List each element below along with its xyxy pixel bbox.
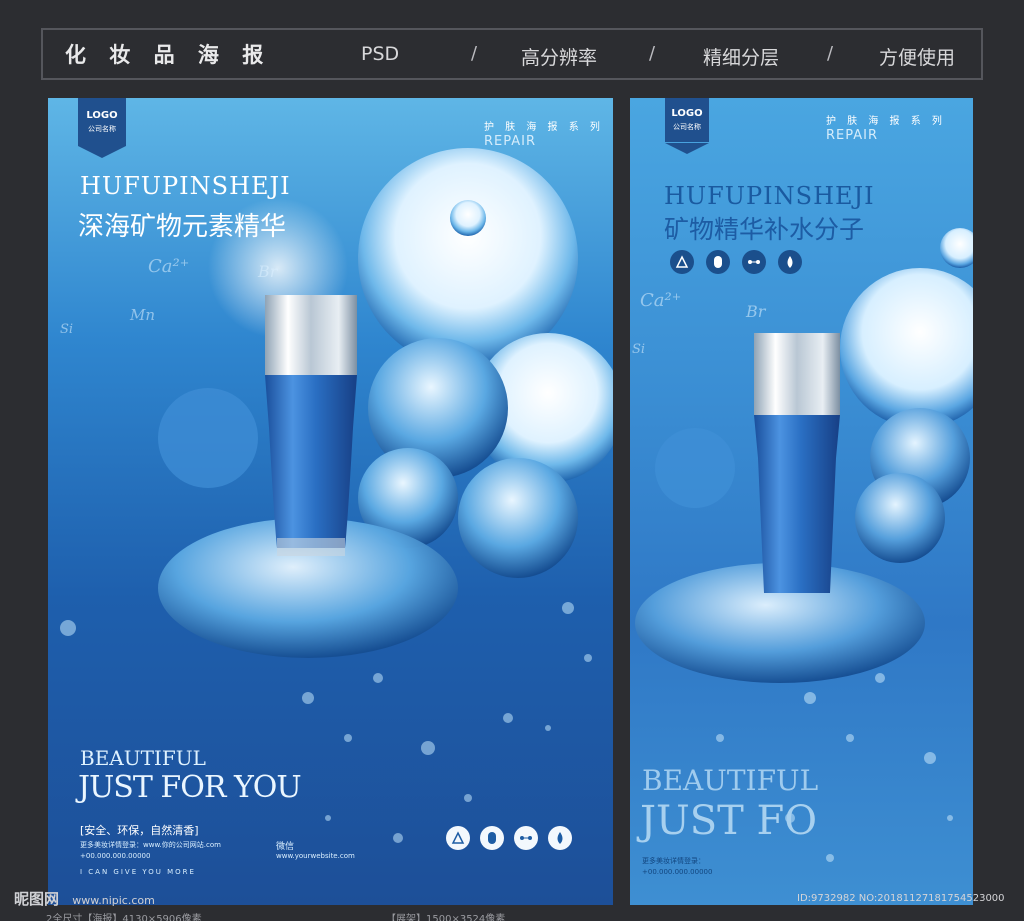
- header-bar: 化 妆 品 海 报 PSD / 高分辨率 / 精细分层 / 方便使用: [41, 28, 983, 80]
- logo-subtitle: 公司名称: [88, 125, 116, 133]
- molecule-chain-icon: [514, 826, 538, 850]
- headline-en: HUFUPINSHEJI: [664, 182, 875, 210]
- beautiful-line-2: JUST FOR YOU: [78, 770, 302, 805]
- safe-text: [安全、环保，自然清香]: [80, 824, 199, 837]
- headline-cn: 深海矿物元素精华: [78, 212, 287, 242]
- logo-title: LOGO: [86, 110, 118, 121]
- header-separator: /: [649, 43, 656, 64]
- wechat-id: www.yourwebsite.com: [276, 852, 355, 860]
- wechat-label: 微信: [276, 842, 295, 852]
- caption-right: 【展架】1500×3524像素: [386, 914, 506, 921]
- triangle-molecule-icon: [446, 826, 470, 850]
- mineral-br: Br: [746, 302, 766, 321]
- mask-icon: [480, 826, 504, 850]
- beautiful-line-2: JUST FO: [640, 798, 818, 844]
- header-tag-convenient: 方便使用: [879, 47, 956, 69]
- logo-badge: LOGO 公司名称: [665, 98, 709, 154]
- watermark: 昵图网 www.nipic.com: [14, 888, 155, 909]
- image-id: ID:9732982 NO:20181127181754523000: [797, 893, 1005, 904]
- mineral-mn: Mn: [130, 306, 156, 324]
- triangle-molecule-icon: [670, 250, 694, 274]
- watermark-url: www.nipic.com: [72, 894, 155, 907]
- feature-icons: [670, 250, 802, 274]
- header-separator: /: [471, 43, 478, 64]
- repair-label: REPAIR: [826, 128, 879, 143]
- header-tag-psd: PSD: [361, 43, 400, 65]
- contact-text: 更多美妆详情登录：: [642, 857, 705, 865]
- mineral-si: Si: [632, 342, 646, 357]
- header-title: 化 妆 品 海 报: [65, 43, 272, 67]
- drop-icon: [548, 826, 572, 850]
- poster-main: LOGO 公司名称 护 肤 海 报 系 列 REPAIR HUFUPINSHEJ…: [48, 98, 613, 905]
- beautiful-line-1: BEAUTIFUL: [80, 746, 206, 770]
- header-tag-layers: 精细分层: [703, 47, 780, 69]
- logo-badge: LOGO 公司名称: [78, 98, 126, 158]
- series-label: 护 肤 海 报 系 列: [826, 116, 946, 127]
- logo-title: LOGO: [671, 108, 703, 119]
- phone-number: +00.000.000.00000: [80, 852, 151, 860]
- footer-slogan: I CAN GIVE YOU MORE: [80, 868, 196, 876]
- caption-left: 2全尺寸【海报】4130×5906像素: [46, 914, 202, 921]
- mineral-si: Si: [60, 322, 74, 337]
- poster-banner: LOGO 公司名称 护 肤 海 报 系 列 REPAIR HUFUPINSHEJ…: [630, 98, 973, 905]
- feature-icons: [446, 826, 572, 850]
- watermark-brand: 昵图网: [14, 890, 60, 908]
- phone-number: +00.000.000.00000: [642, 868, 713, 876]
- beautiful-line-1: BEAUTIFUL: [642, 764, 819, 797]
- logo-subtitle: 公司名称: [673, 123, 701, 131]
- page: 化 妆 品 海 报 PSD / 高分辨率 / 精细分层 / 方便使用 LOGO …: [0, 0, 1024, 921]
- headline-en: HUFUPINSHEJI: [80, 172, 291, 200]
- mineral-ca: Ca²⁺: [148, 256, 190, 277]
- header-separator: /: [827, 43, 834, 64]
- repair-label: REPAIR: [484, 134, 537, 149]
- mineral-br: Br: [258, 262, 278, 281]
- contact-text: 更多美妆详情登录：www.你的公司网站.com: [80, 841, 221, 849]
- mask-icon: [706, 250, 730, 274]
- molecule-chain-icon: [742, 250, 766, 274]
- headline-cn: 矿物精华补水分子: [664, 215, 865, 244]
- mineral-ca: Ca²⁺: [640, 290, 682, 311]
- header-tag-resolution: 高分辨率: [521, 47, 598, 69]
- series-label: 护 肤 海 报 系 列: [484, 122, 604, 133]
- drop-icon: [778, 250, 802, 274]
